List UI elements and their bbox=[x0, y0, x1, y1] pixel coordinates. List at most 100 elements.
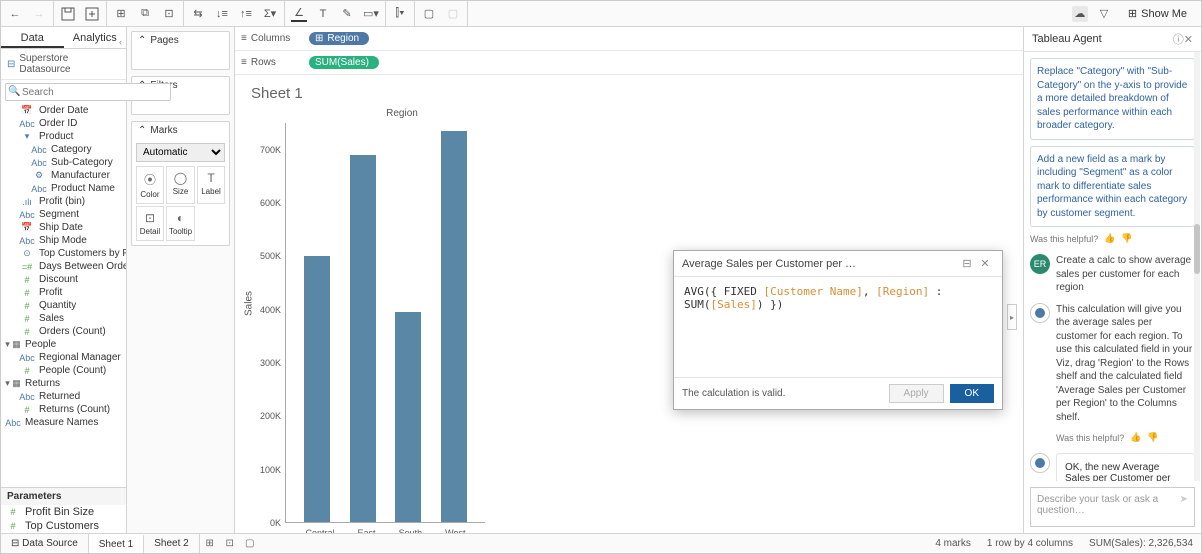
pages-shelf[interactable]: ⌃Pages bbox=[131, 31, 230, 70]
mark-tooltip[interactable]: ◐Tooltip bbox=[166, 206, 195, 241]
labels-icon[interactable]: T bbox=[315, 6, 331, 22]
param-profit-bin-size[interactable]: #Profit Bin Size bbox=[1, 505, 126, 519]
mark-detail[interactable]: ⊡Detail bbox=[136, 206, 164, 241]
pill-sum-sales[interactable]: SUM(Sales) bbox=[309, 56, 379, 69]
thumbs-down-icon[interactable]: 👎 bbox=[1121, 233, 1132, 244]
field-returned[interactable]: AbcReturned bbox=[1, 390, 126, 403]
totals-icon[interactable]: Σ▾ bbox=[262, 6, 278, 22]
field-profit[interactable]: #Profit bbox=[1, 286, 126, 299]
field-days-between-orde-[interactable]: =#Days Between Orde… bbox=[1, 260, 126, 273]
field-top-customers-by-p-[interactable]: ⊙Top Customers by P… bbox=[1, 247, 126, 260]
sheet1-tab[interactable]: Sheet 1 bbox=[89, 534, 144, 553]
new-sheet-icon[interactable]: ⊞ bbox=[200, 538, 220, 549]
show-me-button[interactable]: ⊞ Show Me bbox=[1120, 7, 1195, 20]
duplicate-icon[interactable]: ⧉ bbox=[137, 6, 153, 22]
datasource-row[interactable]: ⊟ Superstore Datasource bbox=[1, 49, 126, 80]
tab-analytics[interactable]: Analytics‹ bbox=[64, 27, 127, 48]
field-type-icon: Abc bbox=[31, 184, 47, 194]
new-story-icon[interactable]: ▢ bbox=[240, 538, 260, 549]
field-ship-mode[interactable]: AbcShip Mode bbox=[1, 234, 126, 247]
revert-icon[interactable] bbox=[84, 6, 100, 22]
clear-icon[interactable]: ⊡ bbox=[161, 6, 177, 22]
presentation-icon[interactable]: ▢ bbox=[421, 6, 437, 22]
field-sales[interactable]: #Sales bbox=[1, 312, 126, 325]
back-icon[interactable]: ← bbox=[7, 6, 23, 22]
label-icon: T bbox=[200, 171, 222, 185]
mark-label[interactable]: TLabel bbox=[197, 166, 225, 204]
field-manufacturer[interactable]: ⚙Manufacturer bbox=[1, 169, 126, 182]
row-col-count: 1 row by 4 columns bbox=[979, 538, 1081, 549]
field-measure-names[interactable]: AbcMeasure Names bbox=[1, 416, 126, 429]
format-icon[interactable]: ✎ bbox=[339, 6, 355, 22]
field-segment[interactable]: AbcSegment bbox=[1, 208, 126, 221]
param-top-customers[interactable]: #Top Customers bbox=[1, 519, 126, 533]
field-type-icon: Abc bbox=[19, 236, 35, 246]
search-input[interactable] bbox=[5, 83, 171, 101]
share-icon[interactable]: ▢ bbox=[445, 6, 461, 22]
field-quantity[interactable]: #Quantity bbox=[1, 299, 126, 312]
caret-icon: ⌃ bbox=[138, 35, 146, 46]
apply-button[interactable]: Apply bbox=[889, 384, 944, 403]
bar-central[interactable] bbox=[304, 256, 330, 522]
highlight-icon[interactable]: ∠ bbox=[291, 6, 307, 22]
close-icon[interactable]: ✕ bbox=[976, 257, 994, 270]
expand-chart-button[interactable]: ▸ bbox=[1007, 304, 1017, 330]
data-source-tab[interactable]: ⊟ Data Source bbox=[1, 534, 89, 553]
chart-plot[interactable]: CentralEastSouthWest bbox=[285, 123, 485, 523]
cloud-icon[interactable]: ☁ bbox=[1072, 6, 1088, 22]
fit-icon[interactable]: ▭▾ bbox=[363, 6, 379, 22]
new-worksheet-icon[interactable]: ⊞ bbox=[113, 6, 129, 22]
save-icon[interactable] bbox=[60, 6, 76, 22]
sort-desc-icon[interactable]: ↑≡ bbox=[238, 6, 254, 22]
sort-asc-icon[interactable]: ↓≡ bbox=[214, 6, 230, 22]
field-returns-count-[interactable]: #Returns (Count) bbox=[1, 403, 126, 416]
agent-suggestion-2[interactable]: Add a new field as a mark by including "… bbox=[1030, 146, 1195, 228]
field-discount[interactable]: #Discount bbox=[1, 273, 126, 286]
bar-south[interactable] bbox=[395, 312, 421, 522]
thumbs-up-icon[interactable]: 👍 bbox=[1130, 432, 1141, 443]
marks-type-select[interactable]: Automatic bbox=[136, 143, 225, 162]
field-order-date[interactable]: 📅Order Date bbox=[1, 104, 126, 117]
mark-size[interactable]: ◯Size bbox=[166, 166, 195, 204]
field-people-count-[interactable]: #People (Count) bbox=[1, 364, 126, 377]
bar-west[interactable] bbox=[441, 131, 467, 522]
field-type-icon: # bbox=[19, 275, 35, 285]
user-message: Create a calc to show average sales per … bbox=[1056, 254, 1195, 295]
swap-icon[interactable]: ⇆ bbox=[190, 6, 206, 22]
forward-icon[interactable]: → bbox=[31, 6, 47, 22]
field-category[interactable]: AbcCategory bbox=[1, 143, 126, 156]
field-profit-bin-[interactable]: .ılıProfit (bin) bbox=[1, 195, 126, 208]
size-icon: ◯ bbox=[169, 171, 192, 185]
field-product[interactable]: ▾Product bbox=[1, 130, 126, 143]
table-returns[interactable]: ▾ ▦Returns bbox=[1, 377, 126, 390]
sheet2-tab[interactable]: Sheet 2 bbox=[144, 534, 199, 553]
field-orders-count-[interactable]: #Orders (Count) bbox=[1, 325, 126, 338]
data-source-icon[interactable]: ⊟ bbox=[958, 257, 976, 270]
bot-avatar bbox=[1030, 303, 1050, 323]
field-sub-category[interactable]: AbcSub-Category bbox=[1, 156, 126, 169]
agent-scrollbar[interactable] bbox=[1194, 52, 1200, 481]
thumbs-up-icon[interactable]: 👍 bbox=[1104, 233, 1115, 244]
agent-input[interactable]: Describe your task or ask a question… ➤ bbox=[1030, 487, 1195, 527]
field-product-name[interactable]: AbcProduct Name bbox=[1, 182, 126, 195]
field-ship-date[interactable]: 📅Ship Date bbox=[1, 221, 126, 234]
send-icon[interactable]: ➤ bbox=[1180, 494, 1188, 505]
bot-message: This calculation will give you the avera… bbox=[1056, 303, 1195, 425]
table-people[interactable]: ▾ ▦People bbox=[1, 338, 126, 351]
field-regional-manager[interactable]: AbcRegional Manager bbox=[1, 351, 126, 364]
close-icon[interactable]: ✕ bbox=[1184, 33, 1193, 46]
thumbs-down-icon[interactable]: 👎 bbox=[1147, 432, 1158, 443]
calc-formula-editor[interactable]: AVG({ FIXED [Customer Name], [Region] : … bbox=[674, 277, 1002, 377]
agent-suggestion-1[interactable]: Replace "Category" with "Sub-Category" o… bbox=[1030, 58, 1195, 140]
tab-data[interactable]: Data bbox=[1, 27, 64, 48]
mark-color[interactable]: ⦿Color bbox=[136, 166, 164, 204]
new-dashboard-icon[interactable]: ⊡ bbox=[220, 538, 240, 549]
columns-label: Columns bbox=[251, 33, 290, 44]
ok-button[interactable]: OK bbox=[950, 384, 994, 403]
bar-east[interactable] bbox=[350, 155, 376, 522]
info-icon[interactable]: ⓘ bbox=[1173, 31, 1184, 47]
field-order-id[interactable]: AbcOrder ID bbox=[1, 117, 126, 130]
filter-icon[interactable]: ▽ bbox=[1096, 6, 1112, 22]
chart-type-icon[interactable]: ⫿▾ bbox=[392, 6, 408, 22]
pill-region[interactable]: ⊞Region bbox=[309, 32, 369, 45]
